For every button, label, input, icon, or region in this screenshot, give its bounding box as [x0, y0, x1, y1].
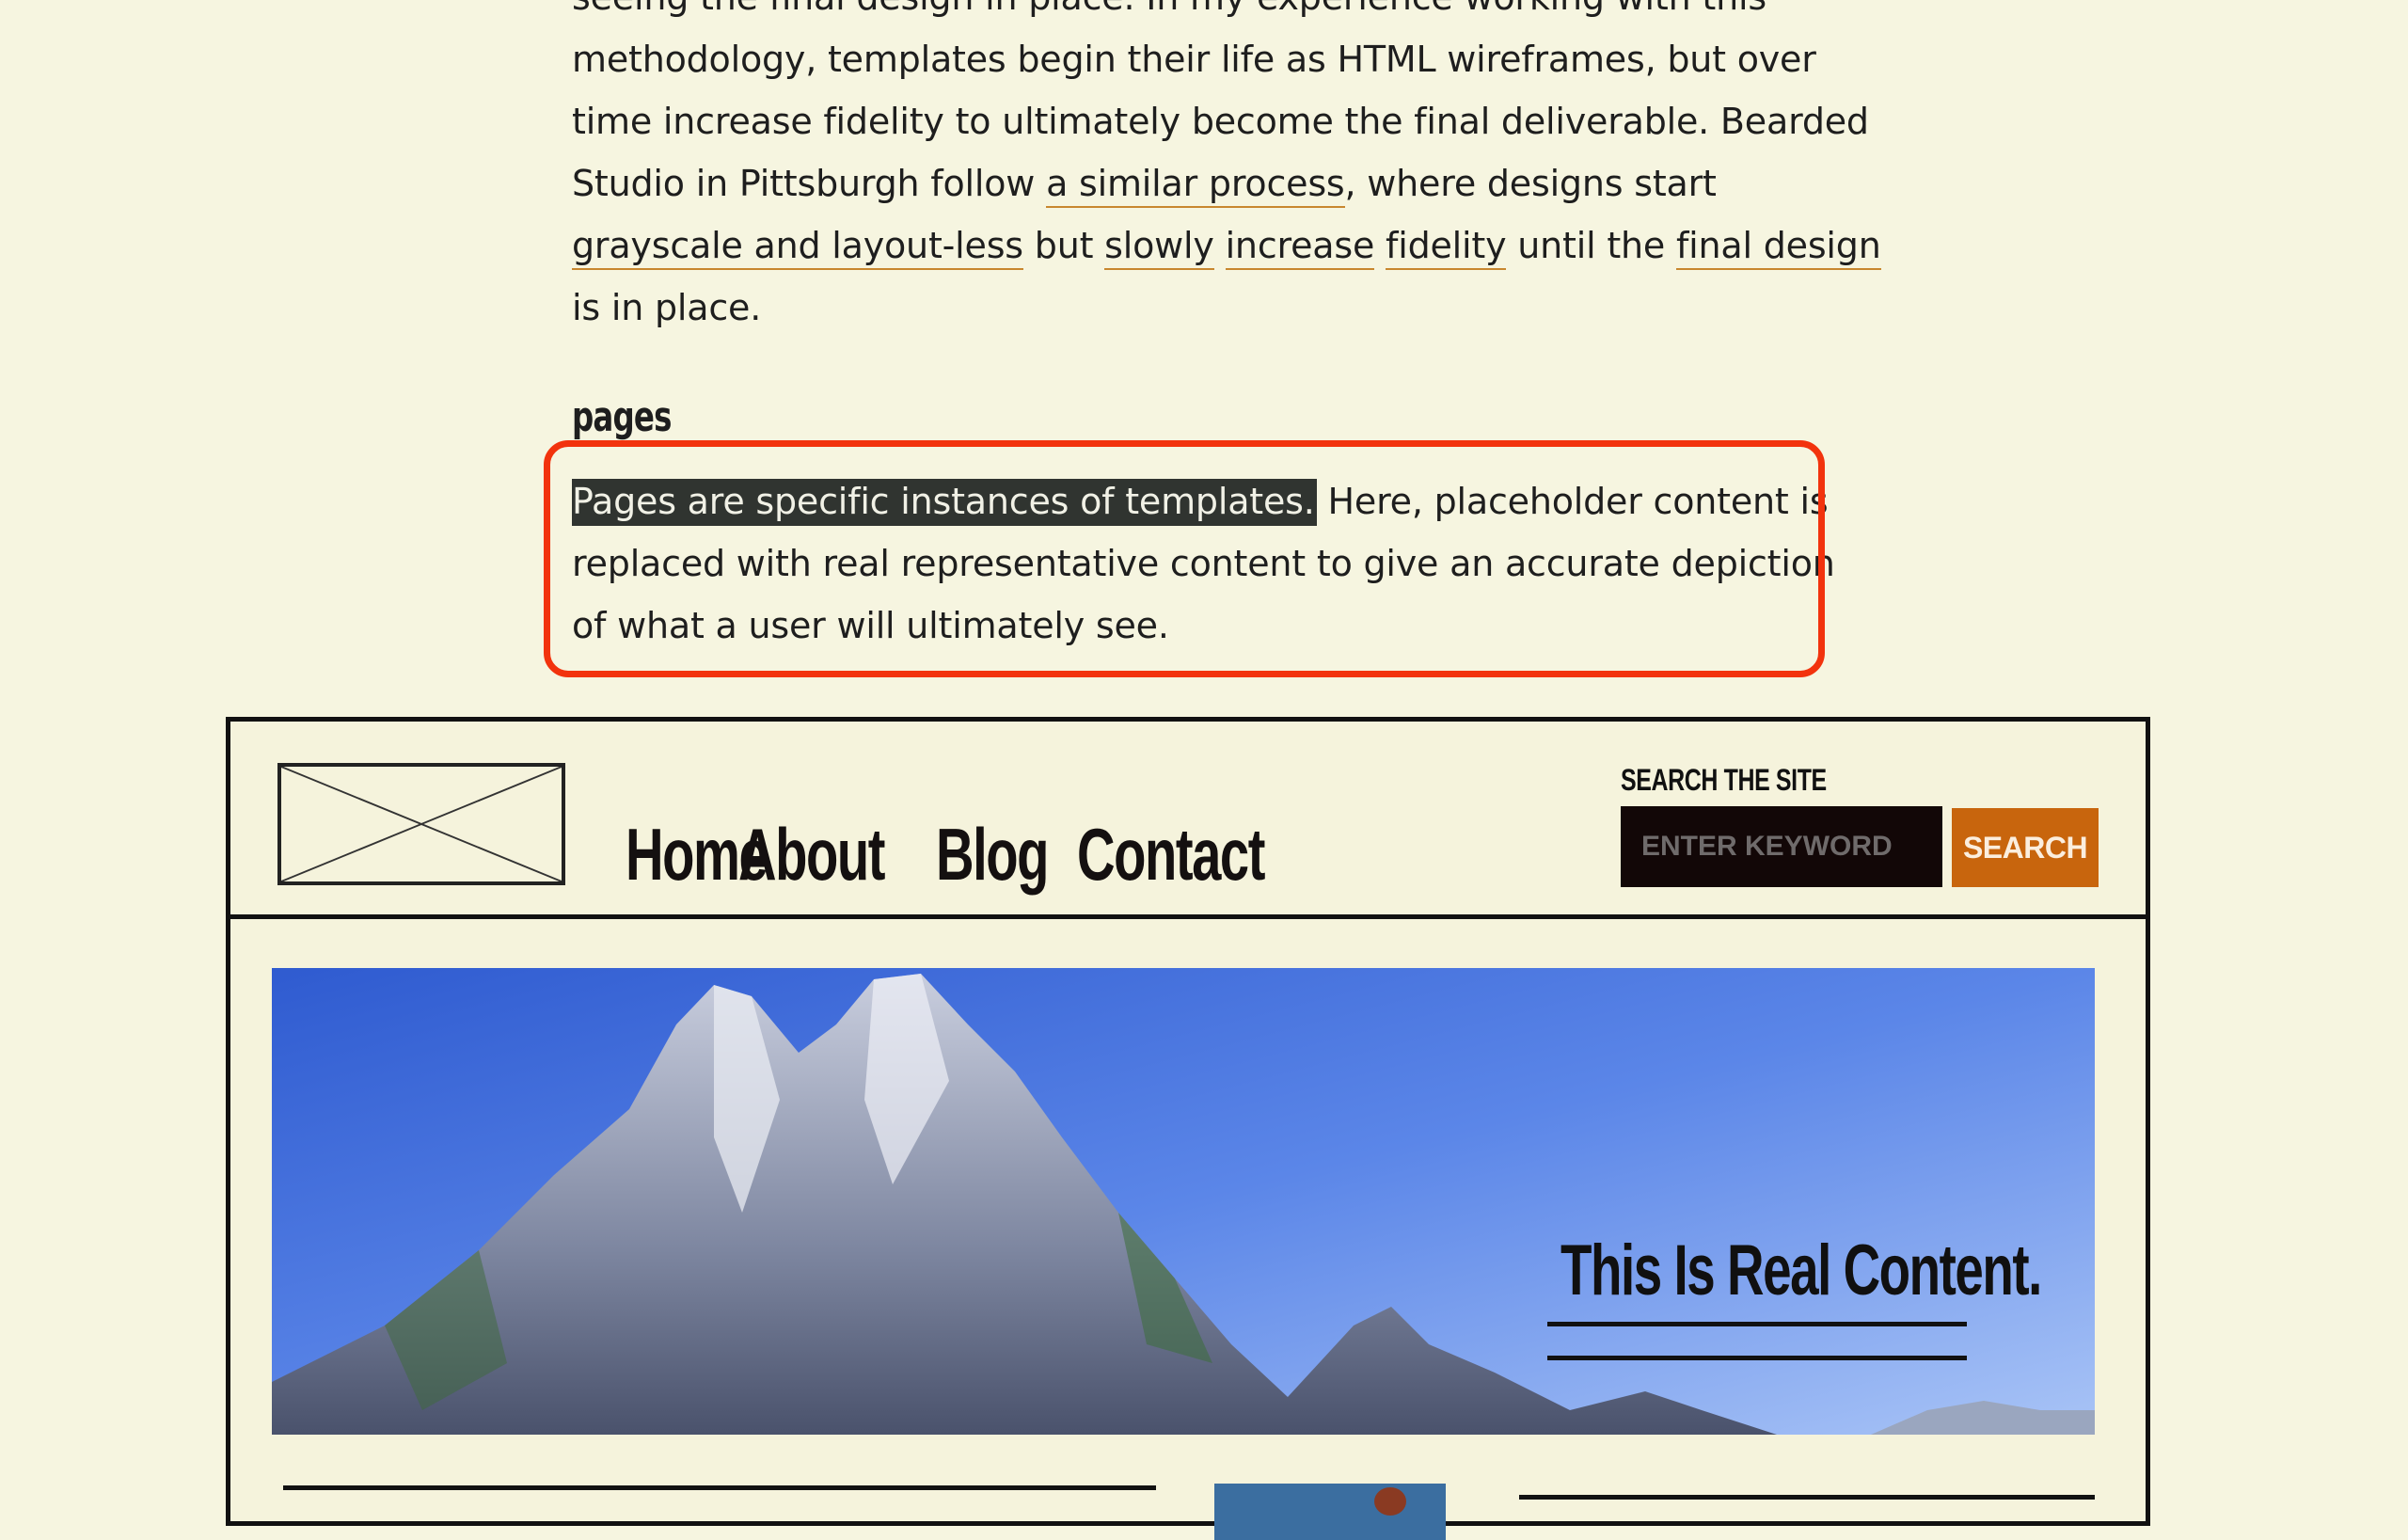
x-box-placeholder-icon — [277, 763, 565, 885]
callout-highlight-box — [544, 440, 1825, 677]
page-mockup-image: Home About Blog Contact SEARCH THE SITE … — [226, 717, 2150, 1540]
search-input[interactable] — [1621, 806, 1942, 887]
link-similar-process[interactable]: a similar process — [1046, 163, 1345, 208]
content-divider — [283, 1485, 1156, 1490]
search-button[interactable]: SEARCH — [1952, 808, 2099, 887]
nav-about[interactable]: About — [738, 812, 885, 897]
text — [1374, 225, 1386, 266]
mockup-header: Home About Blog Contact SEARCH THE SITE … — [230, 722, 2146, 919]
link-slowly[interactable]: slowly — [1104, 225, 1214, 270]
text: but — [1022, 225, 1105, 266]
link-increase[interactable]: increase — [1225, 225, 1374, 270]
hero-divider — [1547, 1322, 1967, 1326]
thumbnail-figure — [1374, 1487, 1406, 1516]
search-label: SEARCH THE SITE — [1621, 763, 1827, 797]
nav-contact[interactable]: Contact — [1077, 812, 1265, 897]
paragraph-line: is in place. — [572, 287, 762, 328]
nav-blog[interactable]: Blog — [936, 812, 1049, 897]
section-heading-pages: pages — [572, 393, 672, 441]
paragraph-line: grayscale and layout-less but slowly inc… — [572, 214, 1881, 277]
text: until the — [1506, 225, 1676, 266]
text: Studio in Pittsburgh follow — [572, 163, 1047, 204]
link-final-design[interactable]: final design — [1675, 225, 1881, 270]
paragraph-line: methodology, templates begin their life … — [572, 39, 1816, 80]
hero-image — [272, 968, 2095, 1435]
content-divider — [1519, 1495, 2095, 1500]
thumbnail-image — [1214, 1484, 1446, 1540]
hero-title: This Is Real Content. — [1560, 1230, 2042, 1310]
paragraph-line: time increase fidelity to ultimately bec… — [572, 101, 1869, 142]
paragraph-line: seeing the final design in place. In my … — [572, 0, 1881, 28]
link-fidelity[interactable]: fidelity — [1386, 225, 1507, 270]
hero-divider — [1547, 1356, 1967, 1360]
paragraph-line: Studio in Pittsburgh follow a similar pr… — [572, 152, 1881, 214]
link-grayscale-layout-less[interactable]: grayscale and layout-less — [572, 225, 1023, 270]
templates-paragraph: seeing the final design in place. In my … — [572, 0, 1881, 339]
text — [1214, 225, 1226, 266]
text: , where designs start — [1344, 163, 1717, 204]
